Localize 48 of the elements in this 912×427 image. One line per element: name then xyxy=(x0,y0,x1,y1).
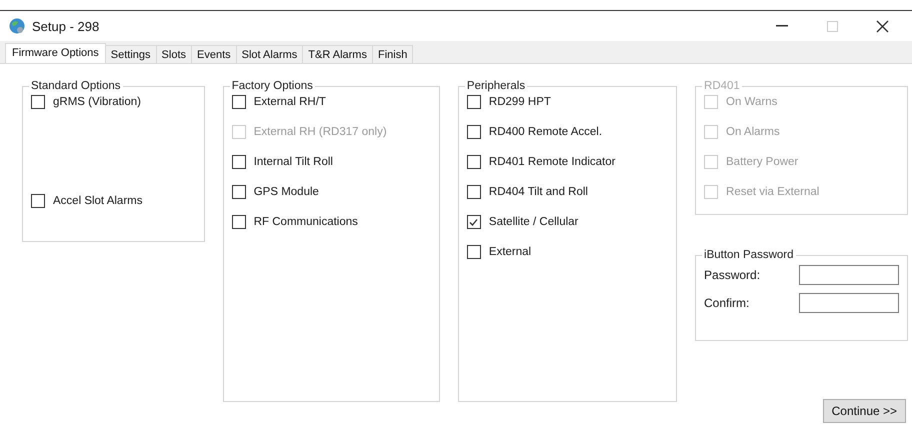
checkbox[interactable] xyxy=(466,185,481,199)
minimize-icon xyxy=(776,25,788,27)
tab[interactable]: Finish xyxy=(372,45,414,63)
checkbox[interactable] xyxy=(31,194,45,208)
checkbox[interactable] xyxy=(466,95,481,109)
checkbox-label: Reset via External xyxy=(726,186,820,198)
checkbox-label: GPS Module xyxy=(254,186,319,198)
checkbox-label: RD404 Tilt and Roll xyxy=(488,186,588,198)
checkmark-icon xyxy=(469,218,478,226)
close-icon xyxy=(876,20,888,32)
window-title: Setup - 298 xyxy=(32,18,100,34)
checkbox[interactable] xyxy=(232,185,246,199)
checkbox-label: RD400 Remote Accel. xyxy=(488,126,602,138)
checkbox[interactable] xyxy=(31,95,45,109)
checkbox-label: Satellite / Cellular xyxy=(488,216,578,228)
group-title: Factory Options xyxy=(230,80,314,92)
group-title: Standard Options xyxy=(30,80,122,92)
checkbox[interactable] xyxy=(232,215,246,229)
group-title: Peripherals xyxy=(466,80,526,92)
maximize-icon xyxy=(826,20,838,32)
checkbox[interactable] xyxy=(232,155,246,169)
checkbox-label: External RH/T xyxy=(254,96,326,108)
continue-button[interactable]: Continue >> xyxy=(822,399,906,423)
checkbox-label: Accel Slot Alarms xyxy=(53,195,142,207)
input-field[interactable] xyxy=(799,293,900,313)
checkbox-label: On Warns xyxy=(726,96,778,108)
checkbox-label: RF Communications xyxy=(254,216,358,228)
checkbox-label: External xyxy=(488,246,532,258)
checkbox-label: On Alarms xyxy=(726,126,780,138)
checkbox[interactable] xyxy=(466,125,481,139)
field-label: Confirm: xyxy=(704,296,750,310)
group-title: iButton Password xyxy=(703,249,795,261)
group-title: RD401 xyxy=(703,80,741,92)
input-field[interactable] xyxy=(799,265,900,285)
field-label: Password: xyxy=(704,268,760,282)
checkbox-label: RD299 HPT xyxy=(488,96,551,108)
tab[interactable]: Firmware Options xyxy=(5,43,106,63)
checkbox[interactable] xyxy=(466,155,481,169)
checkbox[interactable] xyxy=(466,245,481,259)
checkbox[interactable] xyxy=(232,95,246,109)
globe-icon xyxy=(8,17,26,35)
tab[interactable]: Settings xyxy=(104,45,157,63)
checkbox-label: Battery Power xyxy=(726,156,798,168)
checkbox-label: RD401 Remote Indicator xyxy=(488,156,616,168)
checkbox[interactable] xyxy=(466,215,481,229)
checkbox-label: gRMS (Vibration) xyxy=(53,96,141,108)
checkbox-label: External RH (RD317 only) xyxy=(254,126,387,138)
checkbox-label: Internal Tilt Roll xyxy=(254,156,333,168)
